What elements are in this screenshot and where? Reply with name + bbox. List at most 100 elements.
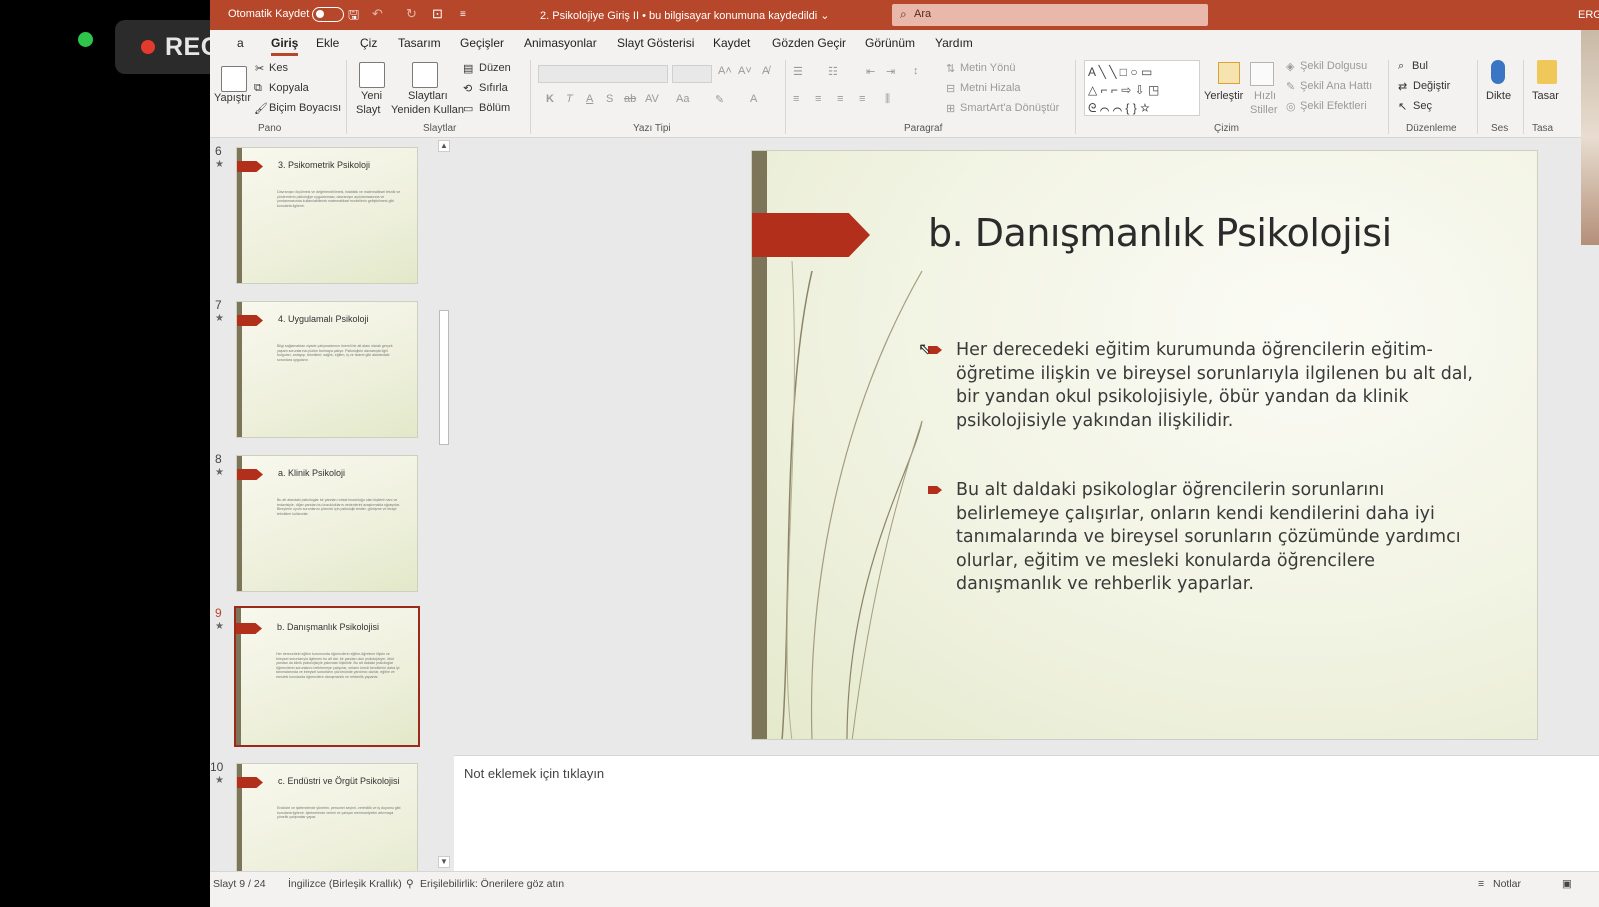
reset-button[interactable]: Sıfırla: [479, 82, 508, 94]
accessibility-status[interactable]: Erişilebilirlik: Önerilere göz atın: [420, 878, 564, 890]
scroll-thumb[interactable]: [439, 310, 449, 445]
save-icon[interactable]: 🖫: [348, 6, 359, 28]
justify-icon[interactable]: ≡: [859, 93, 865, 105]
customize-toolbar-icon[interactable]: ≡: [460, 9, 466, 20]
notes-placeholder[interactable]: Not eklemek için tıklayın: [464, 766, 604, 781]
slide-thumbnail[interactable]: 4. Uygulamalı Psikoloji Bilgi sağlamakta…: [236, 301, 418, 438]
quick-styles-label-2[interactable]: Stiller: [1250, 104, 1278, 116]
normal-view-icon[interactable]: ▣: [1562, 878, 1572, 890]
new-slide-label-1[interactable]: Yeni: [361, 90, 382, 102]
shape-outline-button[interactable]: Şekil Ana Hattı: [1300, 80, 1372, 92]
highlight-icon[interactable]: ✎: [715, 93, 724, 106]
grow-font-icon[interactable]: A˄: [718, 65, 732, 77]
scroll-up-icon[interactable]: ▲: [438, 140, 450, 152]
language-indicator[interactable]: İngilizce (Birleşik Krallık): [288, 878, 402, 890]
numbering-icon[interactable]: ☷: [828, 65, 838, 78]
select-button[interactable]: Seç: [1413, 100, 1432, 112]
designer-icon[interactable]: [1537, 60, 1557, 84]
tab-insert[interactable]: Ekle: [316, 36, 339, 50]
arrange-button[interactable]: Yerleştir: [1204, 90, 1243, 102]
notes-button[interactable]: Notlar: [1493, 878, 1521, 890]
smartart-button[interactable]: SmartArt'a Dönüştür: [960, 102, 1059, 114]
slide-title[interactable]: b. Danışmanlık Psikolojisi: [928, 211, 1392, 255]
text-direction-button[interactable]: Metin Yönü: [960, 62, 1015, 74]
tab-review[interactable]: Gözden Geçir: [772, 36, 846, 50]
arrange-icon[interactable]: [1218, 62, 1240, 84]
tab-slideshow[interactable]: Slayt Gösterisi: [617, 36, 694, 50]
char-spacing-icon[interactable]: AV: [645, 93, 659, 105]
align-center-icon[interactable]: ≡: [815, 93, 821, 105]
change-case-icon[interactable]: Aa: [676, 93, 689, 105]
microphone-icon[interactable]: [1491, 60, 1505, 84]
search-box[interactable]: ⌕ Ara: [892, 4, 1208, 26]
paste-icon[interactable]: [221, 66, 247, 92]
slide-thumbnail[interactable]: a. Klinik Psikoloji Bu alt alandaki psik…: [236, 455, 418, 592]
undo-icon[interactable]: ↶: [372, 6, 383, 22]
tab-transitions[interactable]: Geçişler: [460, 36, 504, 50]
shadow-icon[interactable]: S: [606, 93, 613, 105]
current-slide[interactable]: b. Danışmanlık Psikolojisi Her derecedek…: [751, 150, 1538, 740]
format-painter-button[interactable]: Biçim Boyacısı: [269, 102, 341, 114]
animation-star-icon: ★: [215, 621, 224, 632]
autosave-toggle[interactable]: [312, 7, 344, 22]
reuse-slides-label-2[interactable]: Yeniden Kullan: [391, 104, 464, 116]
scroll-down-icon[interactable]: ▼: [438, 856, 450, 868]
thumb-arrow-shape: [237, 161, 263, 172]
dictate-button[interactable]: Dikte: [1486, 90, 1511, 102]
tab-record[interactable]: Kaydet: [713, 36, 750, 50]
reuse-slides-icon[interactable]: [412, 62, 438, 88]
font-size-select[interactable]: [672, 65, 712, 83]
shrink-font-icon[interactable]: A˅: [738, 65, 752, 77]
find-button[interactable]: Bul: [1412, 60, 1428, 72]
redo-icon[interactable]: ↻: [406, 6, 417, 22]
thumbnail-scrollbar[interactable]: ▲ ▼: [438, 140, 450, 870]
font-name-select[interactable]: [538, 65, 668, 83]
align-right-icon[interactable]: ≡: [837, 93, 843, 105]
slide-bullet-2[interactable]: Bu alt daldaki psikologlar öğrencilerin …: [956, 479, 1481, 597]
decrease-indent-icon[interactable]: ⇤: [866, 65, 875, 78]
present-icon[interactable]: ⊡: [432, 6, 443, 22]
slide-bullet-1[interactable]: Her derecedeki eğitim kurumunda öğrencil…: [956, 339, 1481, 433]
columns-icon[interactable]: ⫼: [885, 93, 890, 106]
tab-home[interactable]: Giriş: [271, 36, 299, 56]
slide-thumbnail-selected[interactable]: b. Danışmanlık Psikolojisi Her derecedek…: [234, 606, 420, 747]
underline-icon[interactable]: A: [586, 93, 593, 105]
shapes-gallery[interactable]: A ╲ ╲ □ ○ ▭ △ ⌐ ⌐ ⇨ ⇩ ◳ ᘓ ⌒ ⌒ { } ☆: [1084, 60, 1200, 116]
align-text-button[interactable]: Metni Hizala: [960, 82, 1021, 94]
replace-button[interactable]: Değiştir: [1413, 80, 1450, 92]
italic-icon[interactable]: T: [566, 93, 573, 105]
tab-file[interactable]: a: [237, 36, 244, 50]
line-spacing-icon[interactable]: ↕: [913, 65, 919, 77]
user-name[interactable]: ERG: [1578, 9, 1599, 21]
document-title[interactable]: 2. Psikolojiye Giriş II • bu bilgisayar …: [540, 9, 829, 22]
new-slide-label-2[interactable]: Slayt: [356, 104, 380, 116]
quick-styles-icon[interactable]: [1250, 62, 1274, 86]
align-left-icon[interactable]: ≡: [793, 93, 799, 105]
increase-indent-icon[interactable]: ⇥: [886, 65, 895, 78]
strikethrough-icon[interactable]: ab: [624, 93, 636, 105]
paste-button[interactable]: Yapıştır: [214, 92, 251, 104]
bullets-icon[interactable]: ☰: [793, 65, 803, 78]
new-slide-icon[interactable]: [359, 62, 385, 88]
tab-view[interactable]: Görünüm: [865, 36, 915, 50]
tab-help[interactable]: Yardım: [935, 36, 973, 50]
tab-animations[interactable]: Animasyonlar: [524, 36, 597, 50]
shape-fill-icon: ◈: [1286, 61, 1295, 73]
reuse-slides-label-1[interactable]: Slaytları: [408, 90, 448, 102]
notes-pane[interactable]: Not eklemek için tıklayın: [454, 755, 1599, 871]
section-button[interactable]: Bölüm: [479, 102, 510, 114]
tab-draw[interactable]: Çiz: [360, 36, 377, 50]
slide-thumbnail[interactable]: 3. Psikometrik Psikoloji Davranışın ölçü…: [236, 147, 418, 284]
tab-design[interactable]: Tasarım: [398, 36, 441, 50]
shape-fill-button[interactable]: Şekil Dolgusu: [1300, 60, 1367, 72]
font-color-icon[interactable]: A: [750, 93, 757, 105]
shape-effects-button[interactable]: Şekil Efektleri: [1300, 100, 1367, 112]
bold-icon[interactable]: K: [546, 93, 554, 105]
slide-editor: b. Danışmanlık Psikolojisi Her derecedek…: [454, 138, 1599, 871]
cut-button[interactable]: Kes: [269, 62, 288, 74]
quick-styles-label-1[interactable]: Hızlı: [1254, 90, 1276, 102]
designer-button[interactable]: Tasar: [1532, 90, 1559, 102]
clear-format-icon[interactable]: A̸: [762, 65, 769, 77]
layout-button[interactable]: Düzen: [479, 62, 511, 74]
copy-button[interactable]: Kopyala: [269, 82, 309, 94]
